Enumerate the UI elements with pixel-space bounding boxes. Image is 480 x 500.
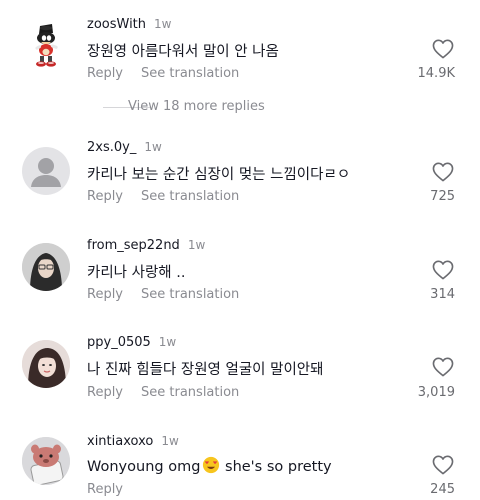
reply-button[interactable]: Reply — [87, 482, 123, 497]
comment-username[interactable]: zoosWith 1w — [87, 17, 171, 32]
comment-text: 장원영 아름다워서 말이 안 나옴 — [87, 44, 279, 60]
like-count: 725 — [430, 189, 455, 204]
comment-time: 1w — [187, 238, 206, 252]
comment-username[interactable]: ppy_0505 1w — [87, 335, 176, 350]
avatar[interactable] — [22, 437, 70, 485]
comment-actions: Reply See translation — [87, 385, 239, 400]
comment-time: 1w — [154, 17, 172, 31]
see-translation-button[interactable]: See translation — [141, 287, 239, 302]
like-count: 3,019 — [417, 385, 455, 400]
cartoon-avatar-icon — [22, 437, 70, 485]
like-count: 245 — [430, 482, 455, 497]
comment-username[interactable]: from_sep22nd 1w — [87, 238, 205, 253]
heart-outline-icon[interactable] — [432, 162, 454, 182]
comment-username[interactable]: 2xs.0y_ 1w — [87, 140, 162, 155]
heart-outline-icon[interactable] — [432, 39, 454, 59]
comment-actions: Reply See translation — [87, 189, 239, 204]
view-more-replies-button[interactable]: View 18 more replies — [128, 99, 265, 114]
comment-actions: Reply — [87, 482, 123, 497]
heart-outline-icon[interactable] — [432, 455, 454, 475]
like-count: 314 — [430, 287, 455, 302]
avatar[interactable] — [22, 147, 70, 195]
comment-text: 나 진짜 힘들다 장원영 얼굴이 말이안돼 — [87, 362, 324, 378]
see-translation-button[interactable]: See translation — [141, 189, 239, 204]
heart-outline-icon[interactable] — [432, 260, 454, 280]
comment-time: 1w — [158, 335, 177, 349]
comment-text: 카리나 보는 순간 심장이 멎는 느낌이다ㄹㅇ — [87, 167, 351, 183]
see-translation-button[interactable]: See translation — [141, 66, 239, 81]
reply-button[interactable]: Reply — [87, 66, 123, 81]
photo-avatar-icon — [22, 243, 70, 291]
comment-time: 1w — [161, 434, 179, 448]
reply-button[interactable]: Reply — [87, 287, 123, 302]
character-avatar-icon — [35, 24, 58, 67]
avatar[interactable] — [22, 20, 70, 68]
comment-time: 1w — [144, 140, 162, 154]
comment-actions: Reply See translation — [87, 287, 239, 302]
default-user-icon — [31, 158, 61, 187]
reply-button[interactable]: Reply — [87, 385, 123, 400]
like-count: 14.9K — [417, 66, 455, 81]
heart-outline-icon[interactable] — [432, 357, 454, 377]
photo-avatar-icon — [22, 340, 70, 388]
comment-username[interactable]: xintiaxoxo 1w — [87, 434, 179, 449]
avatar[interactable] — [22, 243, 70, 291]
comment-actions: Reply See translation — [87, 66, 239, 81]
comment-text: Wonyoung omg she's so pretty — [87, 456, 332, 475]
heart-eyes-emoji-icon — [203, 456, 220, 474]
reply-button[interactable]: Reply — [87, 189, 123, 204]
avatar[interactable] — [22, 340, 70, 388]
comment-text: 카리나 사랑해 .. — [87, 265, 186, 281]
see-translation-button[interactable]: See translation — [141, 385, 239, 400]
